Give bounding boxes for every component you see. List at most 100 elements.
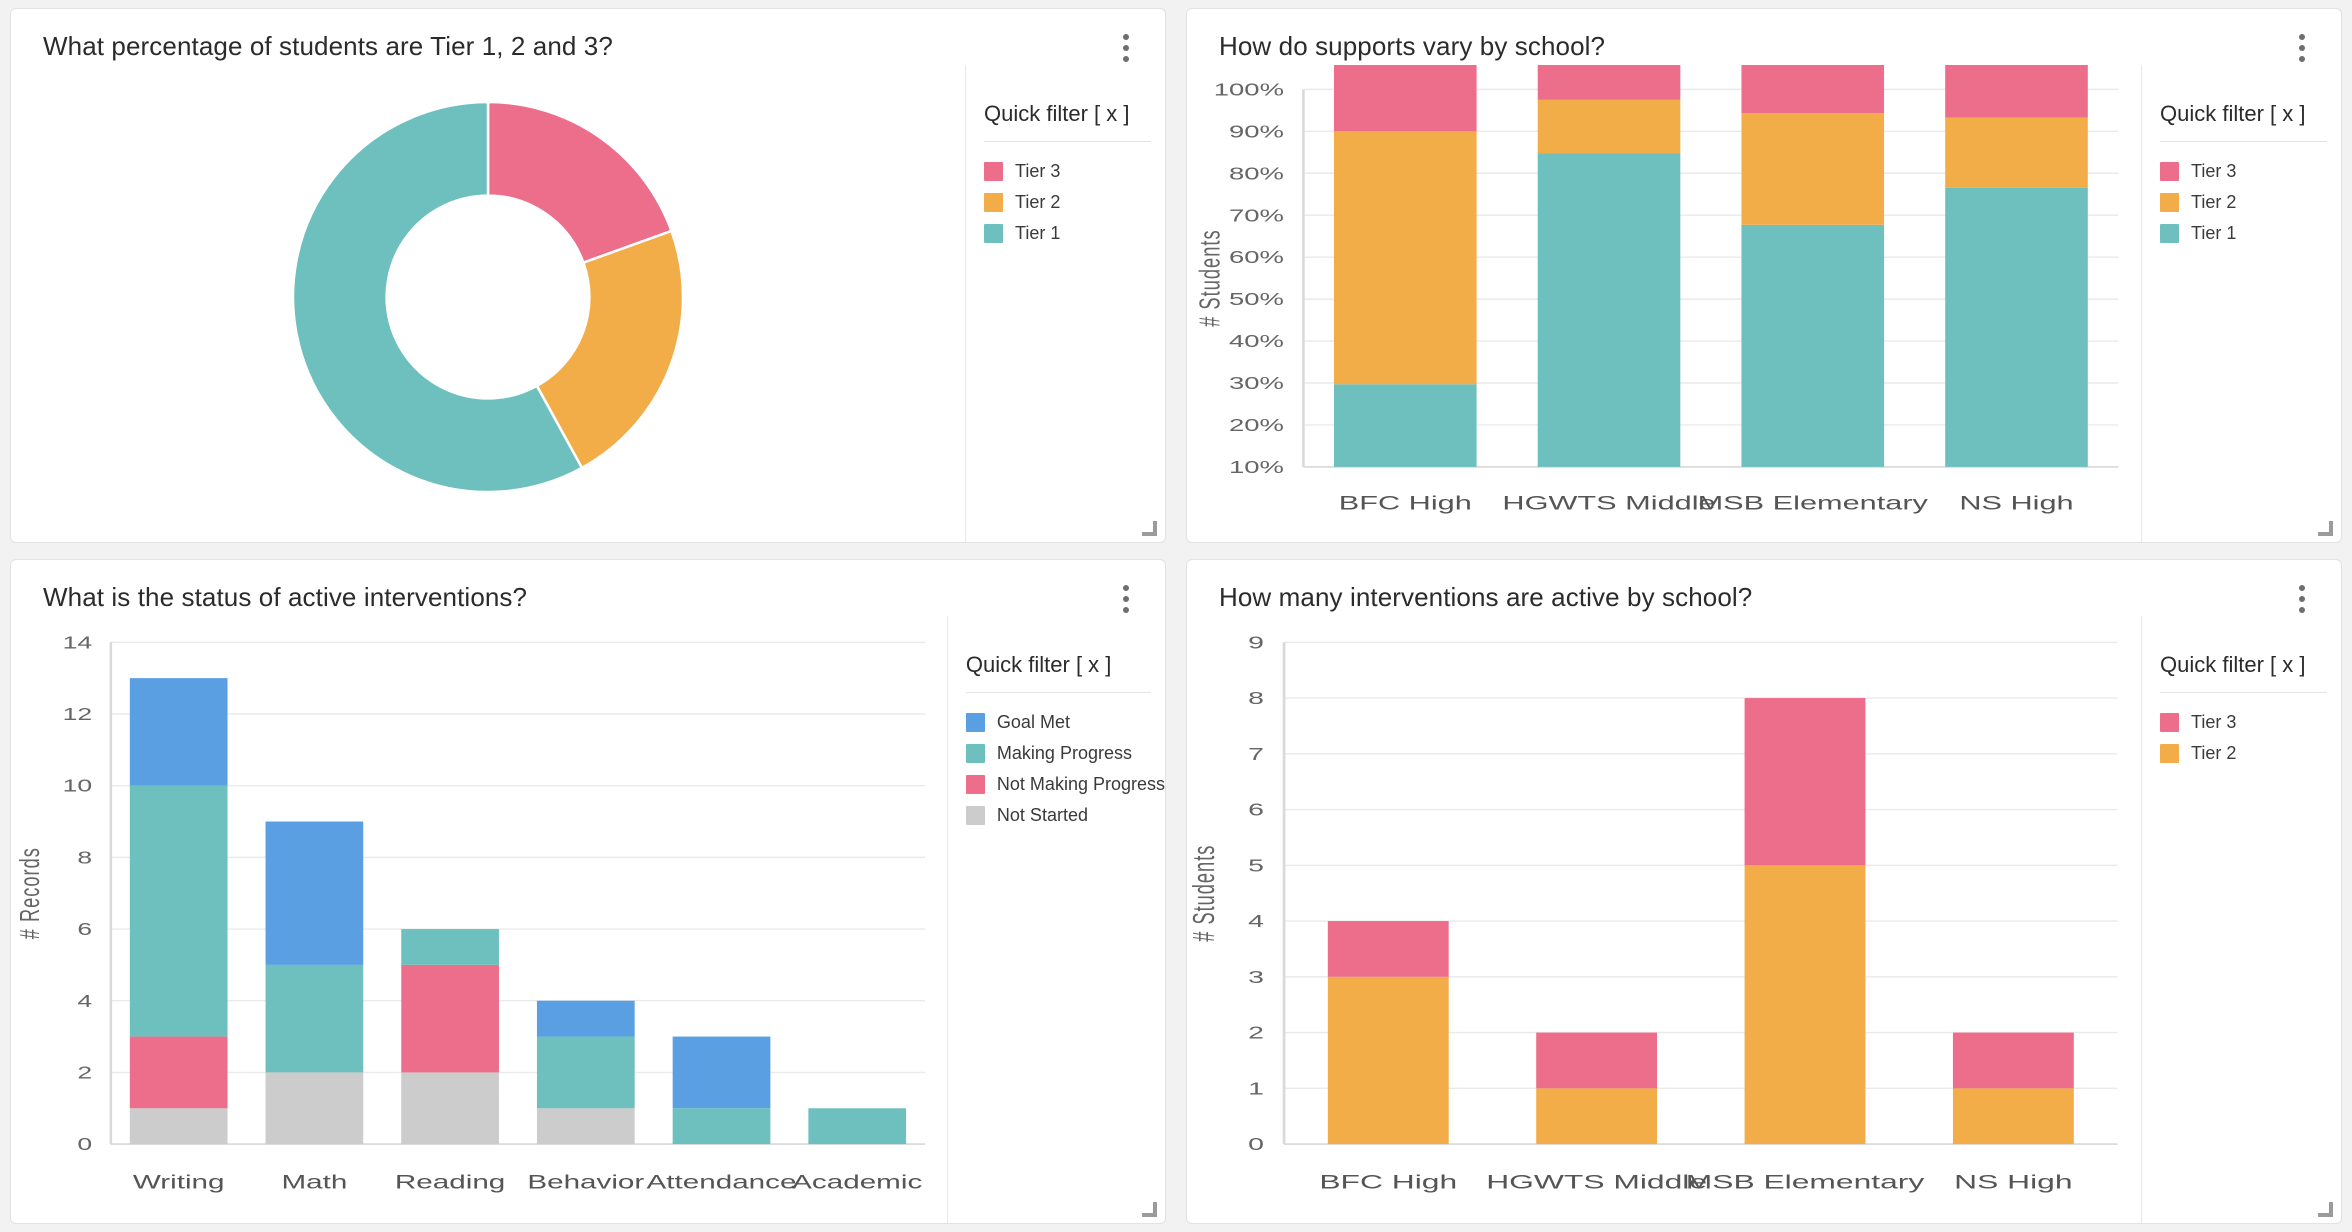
resize-handle-icon-intervention-status[interactable]: [1142, 1202, 1159, 1219]
kebab-menu-icon-supports-by-school[interactable]: [2289, 31, 2315, 65]
bar-segment[interactable]: [672, 1036, 771, 1109]
x-axis-tick-label: NS High: [1954, 1171, 2072, 1193]
legend-swatch-icon: [2160, 713, 2179, 732]
legend-item-tier-2[interactable]: Tier 2: [2160, 187, 2341, 218]
legend-item-label: Not Making Progress: [996, 774, 1165, 794]
kebab-menu-icon-intervention-status[interactable]: [1113, 582, 1139, 616]
x-axis-tick-label: Writing: [133, 1172, 225, 1194]
x-axis-tick-label: MSB Elementary: [1698, 493, 1929, 514]
bar-segment[interactable]: [1536, 1088, 1658, 1145]
panel-body-active-by-school: 0 1 2 3 4 5 6 7 8 9 BFC High HGWTS Middle MSB Elemen…: [1187, 616, 2341, 1223]
legend-item-goal-met[interactable]: Goal Met: [965, 707, 1165, 738]
legend-item-label: Tier 2: [1015, 192, 1061, 212]
bar-segment[interactable]: [1945, 117, 2088, 188]
y-axis-tick-label: 10%: [1229, 457, 1284, 477]
bar-segment[interactable]: [401, 1072, 499, 1145]
legend-item-label: Tier 3: [1015, 161, 1061, 181]
bar-segment[interactable]: [1327, 976, 1449, 1145]
legend-divider: [984, 141, 1151, 142]
y-axis-title: # Students: [1187, 845, 1221, 942]
kebab-dot: [1123, 607, 1129, 613]
y-axis-tick-label: 4: [77, 991, 92, 1010]
bar-segment[interactable]: [401, 929, 499, 965]
bar-segment[interactable]: [1537, 153, 1681, 467]
x-axis-tick-label: Academic: [792, 1172, 922, 1194]
bar-chart-supports-by-school: 10% 20% 30% 40% 50% 60% 70% 80% 90% 100% BFC High H…: [1187, 65, 2141, 542]
panel-header-active-by-school: How many interventions are active by sch…: [1187, 560, 2341, 616]
bar-segment[interactable]: [1945, 65, 2088, 118]
quick-filter-label-supports-by-school[interactable]: Quick filter [ x ]: [2160, 101, 2341, 141]
y-axis-tick-label: 70%: [1229, 206, 1284, 226]
quick-filter-label-active-by-school[interactable]: Quick filter [ x ]: [2160, 652, 2341, 692]
kebab-menu-icon-active-by-school[interactable]: [2289, 582, 2315, 616]
legend-item-label: Not Started: [996, 805, 1088, 825]
bar-segment[interactable]: [1952, 1088, 2074, 1145]
bar-segment[interactable]: [1744, 698, 1866, 866]
legend-swatch-icon: [965, 713, 985, 732]
panel-supports-by-school: How do supports vary by school? 10% 20% 30…: [1186, 8, 2342, 543]
bar-segment[interactable]: [265, 964, 364, 1073]
kebab-dot: [1123, 596, 1129, 602]
x-axis-tick-label: NS High: [1959, 493, 2073, 514]
bar-segment[interactable]: [129, 1108, 228, 1145]
y-axis-tick-label: 1: [1248, 1079, 1264, 1098]
legend-divider: [2160, 692, 2327, 693]
y-axis-tick-label: 50%: [1229, 289, 1284, 309]
kebab-dot: [2299, 45, 2305, 51]
y-axis-tick-label: 2: [1248, 1023, 1264, 1042]
quick-filter-label-intervention-status[interactable]: Quick filter [ x ]: [966, 652, 1165, 692]
bar-segment[interactable]: [536, 1000, 635, 1037]
legend-item-not-started[interactable]: Not Started: [965, 800, 1165, 831]
quick-filter-label-tier-donut[interactable]: Quick filter [ x ]: [984, 101, 1165, 141]
resize-handle-icon-active-by-school[interactable]: [2318, 1202, 2335, 1219]
bar-segment[interactable]: [129, 678, 228, 786]
resize-handle-icon-supports-by-school[interactable]: [2318, 521, 2335, 538]
legend-item-tier-3[interactable]: Tier 3: [984, 156, 1165, 187]
legend-item-tier-2[interactable]: Tier 2: [2160, 738, 2341, 769]
bar-segment[interactable]: [265, 1072, 364, 1145]
bar-segment[interactable]: [1333, 65, 1477, 132]
bar-segment[interactable]: [1741, 224, 1885, 467]
bar-segment[interactable]: [1333, 131, 1477, 385]
x-axis-tick-label: BFC High: [1339, 493, 1472, 514]
legend-item-label: Tier 2: [2191, 743, 2237, 763]
legend-item-not-making-progress[interactable]: Not Making Progress: [965, 769, 1165, 800]
legend-swatch-icon: [984, 162, 1003, 181]
y-axis-tick-label: 6: [1248, 800, 1264, 819]
bar-segment[interactable]: [401, 964, 499, 1073]
bar-segment[interactable]: [672, 1108, 771, 1145]
bar-segment[interactable]: [1327, 921, 1449, 977]
bar-segment[interactable]: [536, 1036, 635, 1109]
kebab-dot: [1123, 45, 1129, 51]
bar-segment[interactable]: [265, 821, 364, 965]
legend-item-tier-1[interactable]: Tier 1: [2160, 218, 2341, 249]
legend-item-tier-3[interactable]: Tier 3: [2160, 156, 2341, 187]
bar-segment[interactable]: [536, 1108, 635, 1145]
legend-item-tier-3[interactable]: Tier 3: [2160, 707, 2341, 738]
bar-segment[interactable]: [808, 1108, 907, 1145]
legend-item-making-progress[interactable]: Making Progress: [965, 738, 1165, 769]
x-axis-tick-label: Math: [281, 1172, 347, 1194]
legend-item-tier-2[interactable]: Tier 2: [984, 187, 1165, 218]
resize-handle-icon-tier-donut[interactable]: [1142, 521, 1159, 538]
y-axis-tick-label: 8: [1248, 689, 1264, 708]
bar-segment[interactable]: [1741, 113, 1885, 225]
x-axis-tick-label: Attendance: [647, 1172, 797, 1194]
panel-wrap-tier-donut: What percentage of students are Tier 1, …: [0, 0, 1176, 551]
bar-segment[interactable]: [1536, 1032, 1658, 1089]
bar-segment[interactable]: [129, 785, 228, 1037]
bar-segment[interactable]: [1744, 865, 1866, 1145]
donut-svg: [291, 100, 685, 493]
bar-segment[interactable]: [1333, 384, 1477, 467]
bar-segment[interactable]: [1537, 65, 1681, 100]
bar-chart-active-by-school: 0 1 2 3 4 5 6 7 8 9 BFC High HGWTS Middle MSB Elemen…: [1187, 616, 2141, 1223]
bar-segment[interactable]: [129, 1036, 228, 1109]
legend-item-tier-1[interactable]: Tier 1: [984, 218, 1165, 249]
panel-active-by-school: How many interventions are active by sch…: [1186, 559, 2342, 1224]
bar-segment[interactable]: [1945, 187, 2088, 467]
donut-slice-tier-3[interactable]: [486, 100, 674, 264]
bar-segment[interactable]: [1741, 65, 1885, 114]
bar-segment[interactable]: [1952, 1032, 2074, 1089]
kebab-menu-icon-tier-donut[interactable]: [1113, 31, 1139, 65]
bar-segment[interactable]: [1537, 99, 1681, 154]
